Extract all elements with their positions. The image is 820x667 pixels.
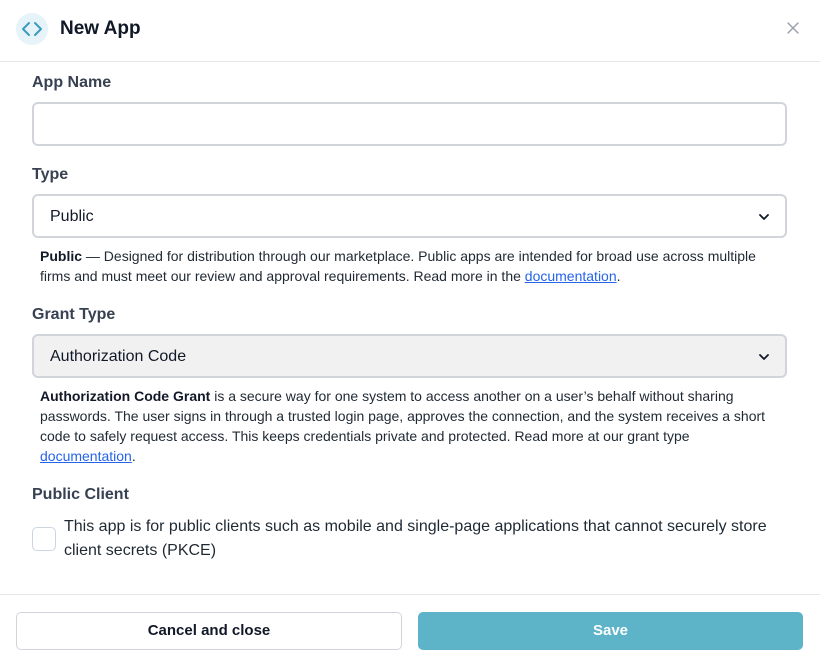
public-client-label: Public Client xyxy=(32,486,129,503)
new-app-modal: New App App Name Type Public Public — De… xyxy=(0,0,820,667)
save-button[interactable]: Save xyxy=(418,612,803,650)
type-selected-value: Public xyxy=(50,208,94,225)
grant-type-select[interactable]: Authorization Code xyxy=(32,334,787,378)
modal-title: New App xyxy=(60,18,141,39)
type-help-end: . xyxy=(616,268,621,284)
grant-type-documentation-link[interactable]: documentation xyxy=(40,448,132,464)
grant-type-selected-value: Authorization Code xyxy=(50,348,187,365)
grant-type-help-end: . xyxy=(131,448,136,464)
grant-type-help-text: Authorization Code Grant is a secure way… xyxy=(40,386,785,466)
grant-type-help-bold: Authorization Code Grant xyxy=(40,388,211,404)
cancel-and-close-button[interactable]: Cancel and close xyxy=(16,612,402,650)
app-name-input[interactable] xyxy=(32,102,787,146)
type-help-body: — Designed for distribution through our … xyxy=(40,248,756,284)
chevron-down-icon xyxy=(759,214,769,220)
type-help-bold: Public xyxy=(40,248,83,264)
public-client-checkbox[interactable] xyxy=(32,527,56,551)
public-client-checkbox-label[interactable]: This app is for public clients such as m… xyxy=(64,515,784,563)
modal-header: New App xyxy=(0,0,820,62)
grant-type-label: Grant Type xyxy=(32,306,116,323)
type-documentation-link[interactable]: documentation xyxy=(525,268,617,284)
modal-footer: Cancel and close Save xyxy=(0,594,820,667)
code-brackets-icon xyxy=(16,13,48,45)
app-name-label: App Name xyxy=(32,74,112,91)
type-label: Type xyxy=(32,166,69,183)
chevron-down-icon xyxy=(759,354,769,360)
type-select[interactable]: Public xyxy=(32,194,787,238)
close-icon[interactable] xyxy=(784,19,802,37)
type-help-text: Public — Designed for distribution throu… xyxy=(40,246,785,286)
